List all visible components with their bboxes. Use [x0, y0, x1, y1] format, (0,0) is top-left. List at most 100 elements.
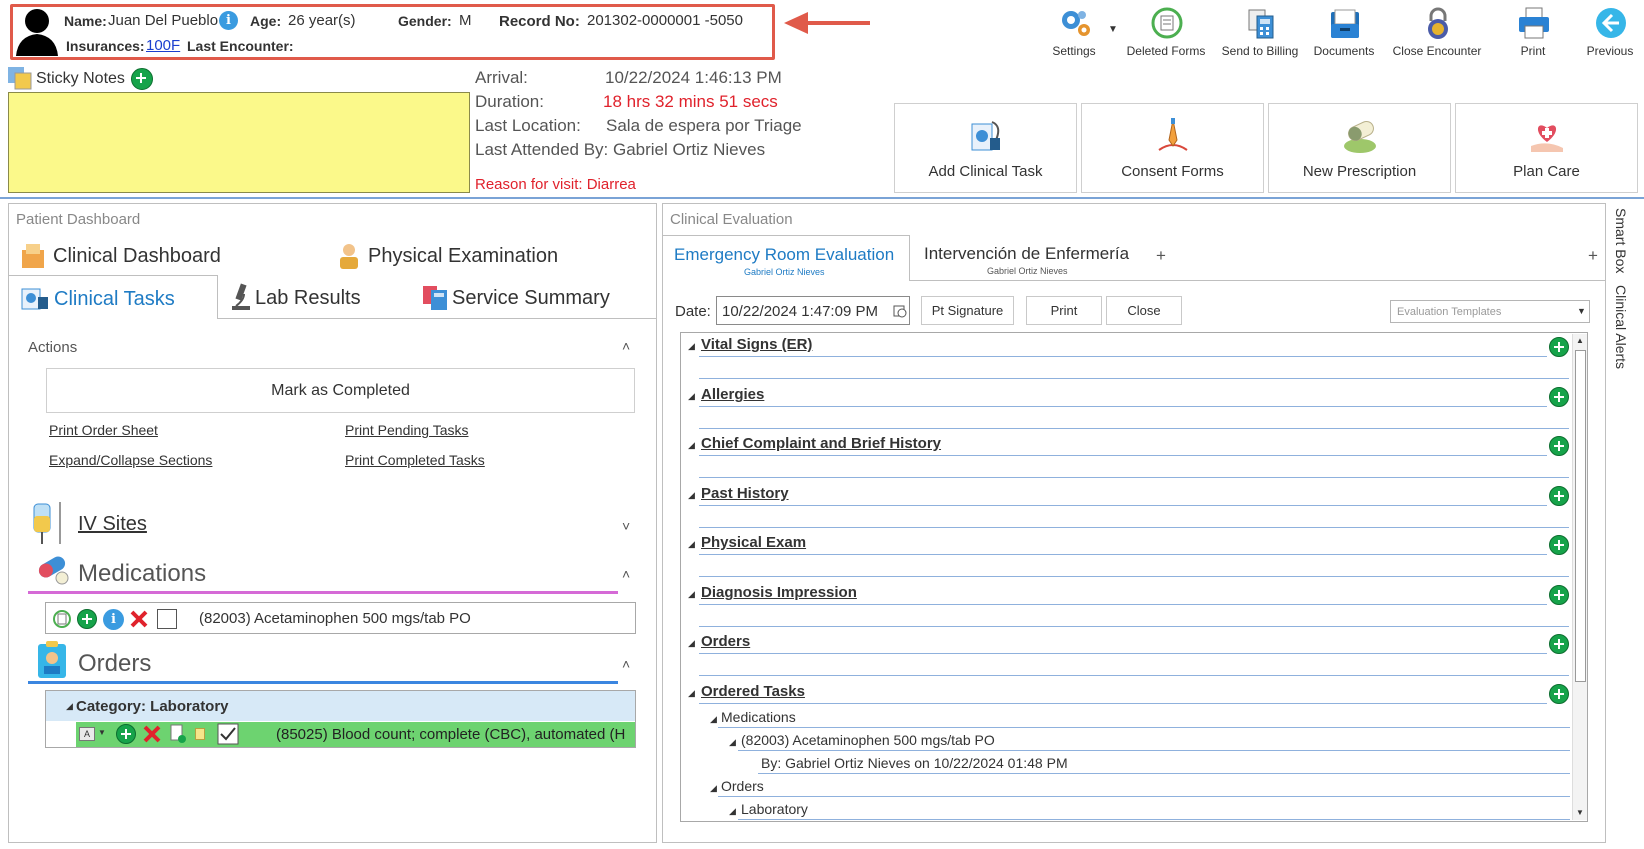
pills-icon: [38, 556, 69, 585]
insurance-link[interactable]: 100F: [146, 37, 180, 54]
delete-x-icon[interactable]: [142, 724, 162, 744]
eval-section-heading[interactable]: Past History: [701, 485, 789, 502]
eval-scrollbar[interactable]: ▲ ▼: [1572, 334, 1587, 820]
clinical-alerts-tab[interactable]: Clinical Alerts: [1613, 285, 1629, 369]
note-icon[interactable]: [195, 728, 205, 740]
tab-clinical-tasks[interactable]: Clinical Tasks: [8, 275, 218, 319]
deleted-forms-button[interactable]: Deleted Forms: [1124, 4, 1208, 60]
history-icon[interactable]: [52, 609, 72, 629]
delete-x-icon[interactable]: [129, 609, 149, 629]
date-value: 10/22/2024 1:47:09 PM: [722, 303, 878, 320]
duration-label: Duration:: [475, 92, 544, 111]
section-collapse-icon[interactable]: ◢: [688, 638, 695, 649]
documents-button[interactable]: Documents: [1306, 4, 1382, 60]
scroll-thumb[interactable]: [1575, 350, 1586, 682]
new-prescription-card[interactable]: New Prescription: [1268, 103, 1451, 193]
add-document-icon[interactable]: [169, 724, 187, 744]
section-underline: [699, 703, 1547, 704]
add-clinical-task-card[interactable]: Add Clinical Task: [894, 103, 1077, 193]
sticky-notes-icon: [8, 67, 32, 90]
patient-dashboard-title: Patient Dashboard: [16, 211, 141, 228]
patient-avatar-icon: [16, 9, 58, 56]
date-field[interactable]: 10/22/2024 1:47:09 PM: [716, 296, 910, 325]
calendar-clock-icon[interactable]: [893, 304, 907, 318]
info-icon[interactable]: i: [103, 609, 124, 630]
eval-section-heading[interactable]: Physical Exam: [701, 534, 806, 551]
iv-sites-expand-icon[interactable]: ˅: [622, 518, 630, 534]
add-evaluation-tab-button[interactable]: +: [1156, 246, 1166, 266]
previous-button[interactable]: Previous: [1582, 4, 1638, 60]
settings-dropdown-icon[interactable]: ▼: [1108, 24, 1118, 35]
scroll-down-icon[interactable]: ▼: [1576, 808, 1584, 817]
consent-forms-card[interactable]: Consent Forms: [1081, 103, 1264, 193]
mark-as-completed-button[interactable]: Mark as Completed: [46, 368, 635, 413]
close-evaluation-button[interactable]: Close: [1106, 296, 1182, 325]
section-underline: [699, 505, 1547, 506]
section-underline: [699, 604, 1547, 605]
tree-collapse-icon[interactable]: ◢: [729, 737, 736, 748]
eval-section-heading[interactable]: Vital Signs (ER): [701, 336, 812, 353]
settings-button[interactable]: Settings: [1048, 4, 1100, 60]
section-collapse-icon[interactable]: ◢: [688, 539, 695, 550]
section-collapse-icon[interactable]: ◢: [688, 490, 695, 501]
add-evaluation-button[interactable]: +: [1588, 246, 1598, 266]
print-completed-tasks-link[interactable]: Print Completed Tasks: [345, 452, 485, 468]
add-section-entry-button[interactable]: [1549, 486, 1569, 506]
send-to-billing-button[interactable]: Send to Billing: [1218, 4, 1302, 60]
duration-value: 18 hrs 32 mins 51 secs: [603, 92, 778, 111]
eval-section-heading[interactable]: Orders: [701, 633, 750, 650]
add-icon[interactable]: [77, 609, 97, 629]
scroll-up-icon[interactable]: ▲: [1576, 336, 1584, 345]
eval-section-heading[interactable]: Diagnosis Impression: [701, 584, 857, 601]
medications-collapse-icon[interactable]: ˄: [622, 566, 630, 582]
add-section-entry-button[interactable]: [1549, 337, 1569, 357]
sticky-note-area[interactable]: [8, 92, 470, 193]
section-collapse-icon[interactable]: ◢: [688, 341, 695, 352]
add-section-entry-button[interactable]: [1549, 387, 1569, 407]
add-section-entry-button[interactable]: [1549, 585, 1569, 605]
tab-er-eval-label: Emergency Room Evaluation: [674, 245, 895, 264]
add-section-entry-button[interactable]: [1549, 684, 1569, 704]
section-collapse-icon[interactable]: ◢: [688, 440, 695, 451]
document-icon[interactable]: A: [79, 727, 95, 741]
completed-checkbox[interactable]: [217, 723, 239, 745]
eval-section-heading[interactable]: Chief Complaint and Brief History: [701, 435, 941, 452]
plan-care-card[interactable]: Plan Care: [1455, 103, 1638, 193]
add-section-entry-button[interactable]: [1549, 634, 1569, 654]
print-pending-tasks-link[interactable]: Print Pending Tasks: [345, 422, 468, 438]
add-section-entry-button[interactable]: [1549, 535, 1569, 555]
category-row[interactable]: ◢ Category: Laboratory: [46, 691, 635, 721]
evaluation-templates-select[interactable]: Evaluation Templates ▼: [1390, 300, 1590, 323]
header-divider: [0, 197, 1644, 199]
tab-intervencion-enfermeria[interactable]: Intervención de Enfermería Gabriel Ortiz…: [922, 235, 1142, 279]
section-collapse-icon[interactable]: ◢: [688, 589, 695, 600]
tab-emergency-room-evaluation[interactable]: Emergency Room Evaluation Gabriel Ortiz …: [662, 235, 910, 281]
tree-collapse-icon[interactable]: ◢: [710, 714, 717, 725]
orders-collapse-icon[interactable]: ˄: [622, 656, 630, 672]
dropdown-arrow-icon[interactable]: ▼: [98, 728, 106, 737]
tree-collapse-icon[interactable]: ◢: [710, 783, 717, 794]
eval-section-heading[interactable]: Ordered Tasks: [701, 683, 805, 700]
add-icon[interactable]: [116, 724, 136, 744]
add-sticky-note-button[interactable]: [131, 68, 153, 90]
medication-checkbox[interactable]: [157, 609, 177, 629]
print-evaluation-button[interactable]: Print: [1026, 296, 1102, 325]
add-section-entry-button[interactable]: [1549, 436, 1569, 456]
iv-sites-heading[interactable]: IV Sites: [78, 513, 147, 536]
tree-line: [758, 773, 1570, 774]
section-collapse-icon[interactable]: ◢: [688, 391, 695, 402]
print-order-sheet-link[interactable]: Print Order Sheet: [49, 422, 158, 438]
order-row[interactable]: A ▼ (85025) Blood count; complete (CBC),…: [76, 722, 635, 747]
section-collapse-icon[interactable]: ◢: [688, 688, 695, 699]
smart-box-tab[interactable]: Smart Box: [1613, 208, 1629, 273]
expand-collapse-sections-link[interactable]: Expand/Collapse Sections: [49, 452, 212, 468]
close-encounter-button[interactable]: Close Encounter: [1390, 4, 1484, 60]
tree-medication-by: By: Gabriel Ortiz Nieves on 10/22/2024 0…: [761, 755, 1068, 771]
collapse-triangle-icon[interactable]: ◢: [66, 701, 73, 712]
print-toolbar-button[interactable]: Print: [1508, 4, 1558, 60]
info-icon[interactable]: i: [219, 11, 238, 30]
pt-signature-button[interactable]: Pt Signature: [921, 296, 1014, 325]
actions-collapse-icon[interactable]: ˄: [622, 338, 630, 354]
tree-collapse-icon[interactable]: ◢: [729, 806, 736, 817]
eval-section-heading[interactable]: Allergies: [701, 386, 764, 403]
